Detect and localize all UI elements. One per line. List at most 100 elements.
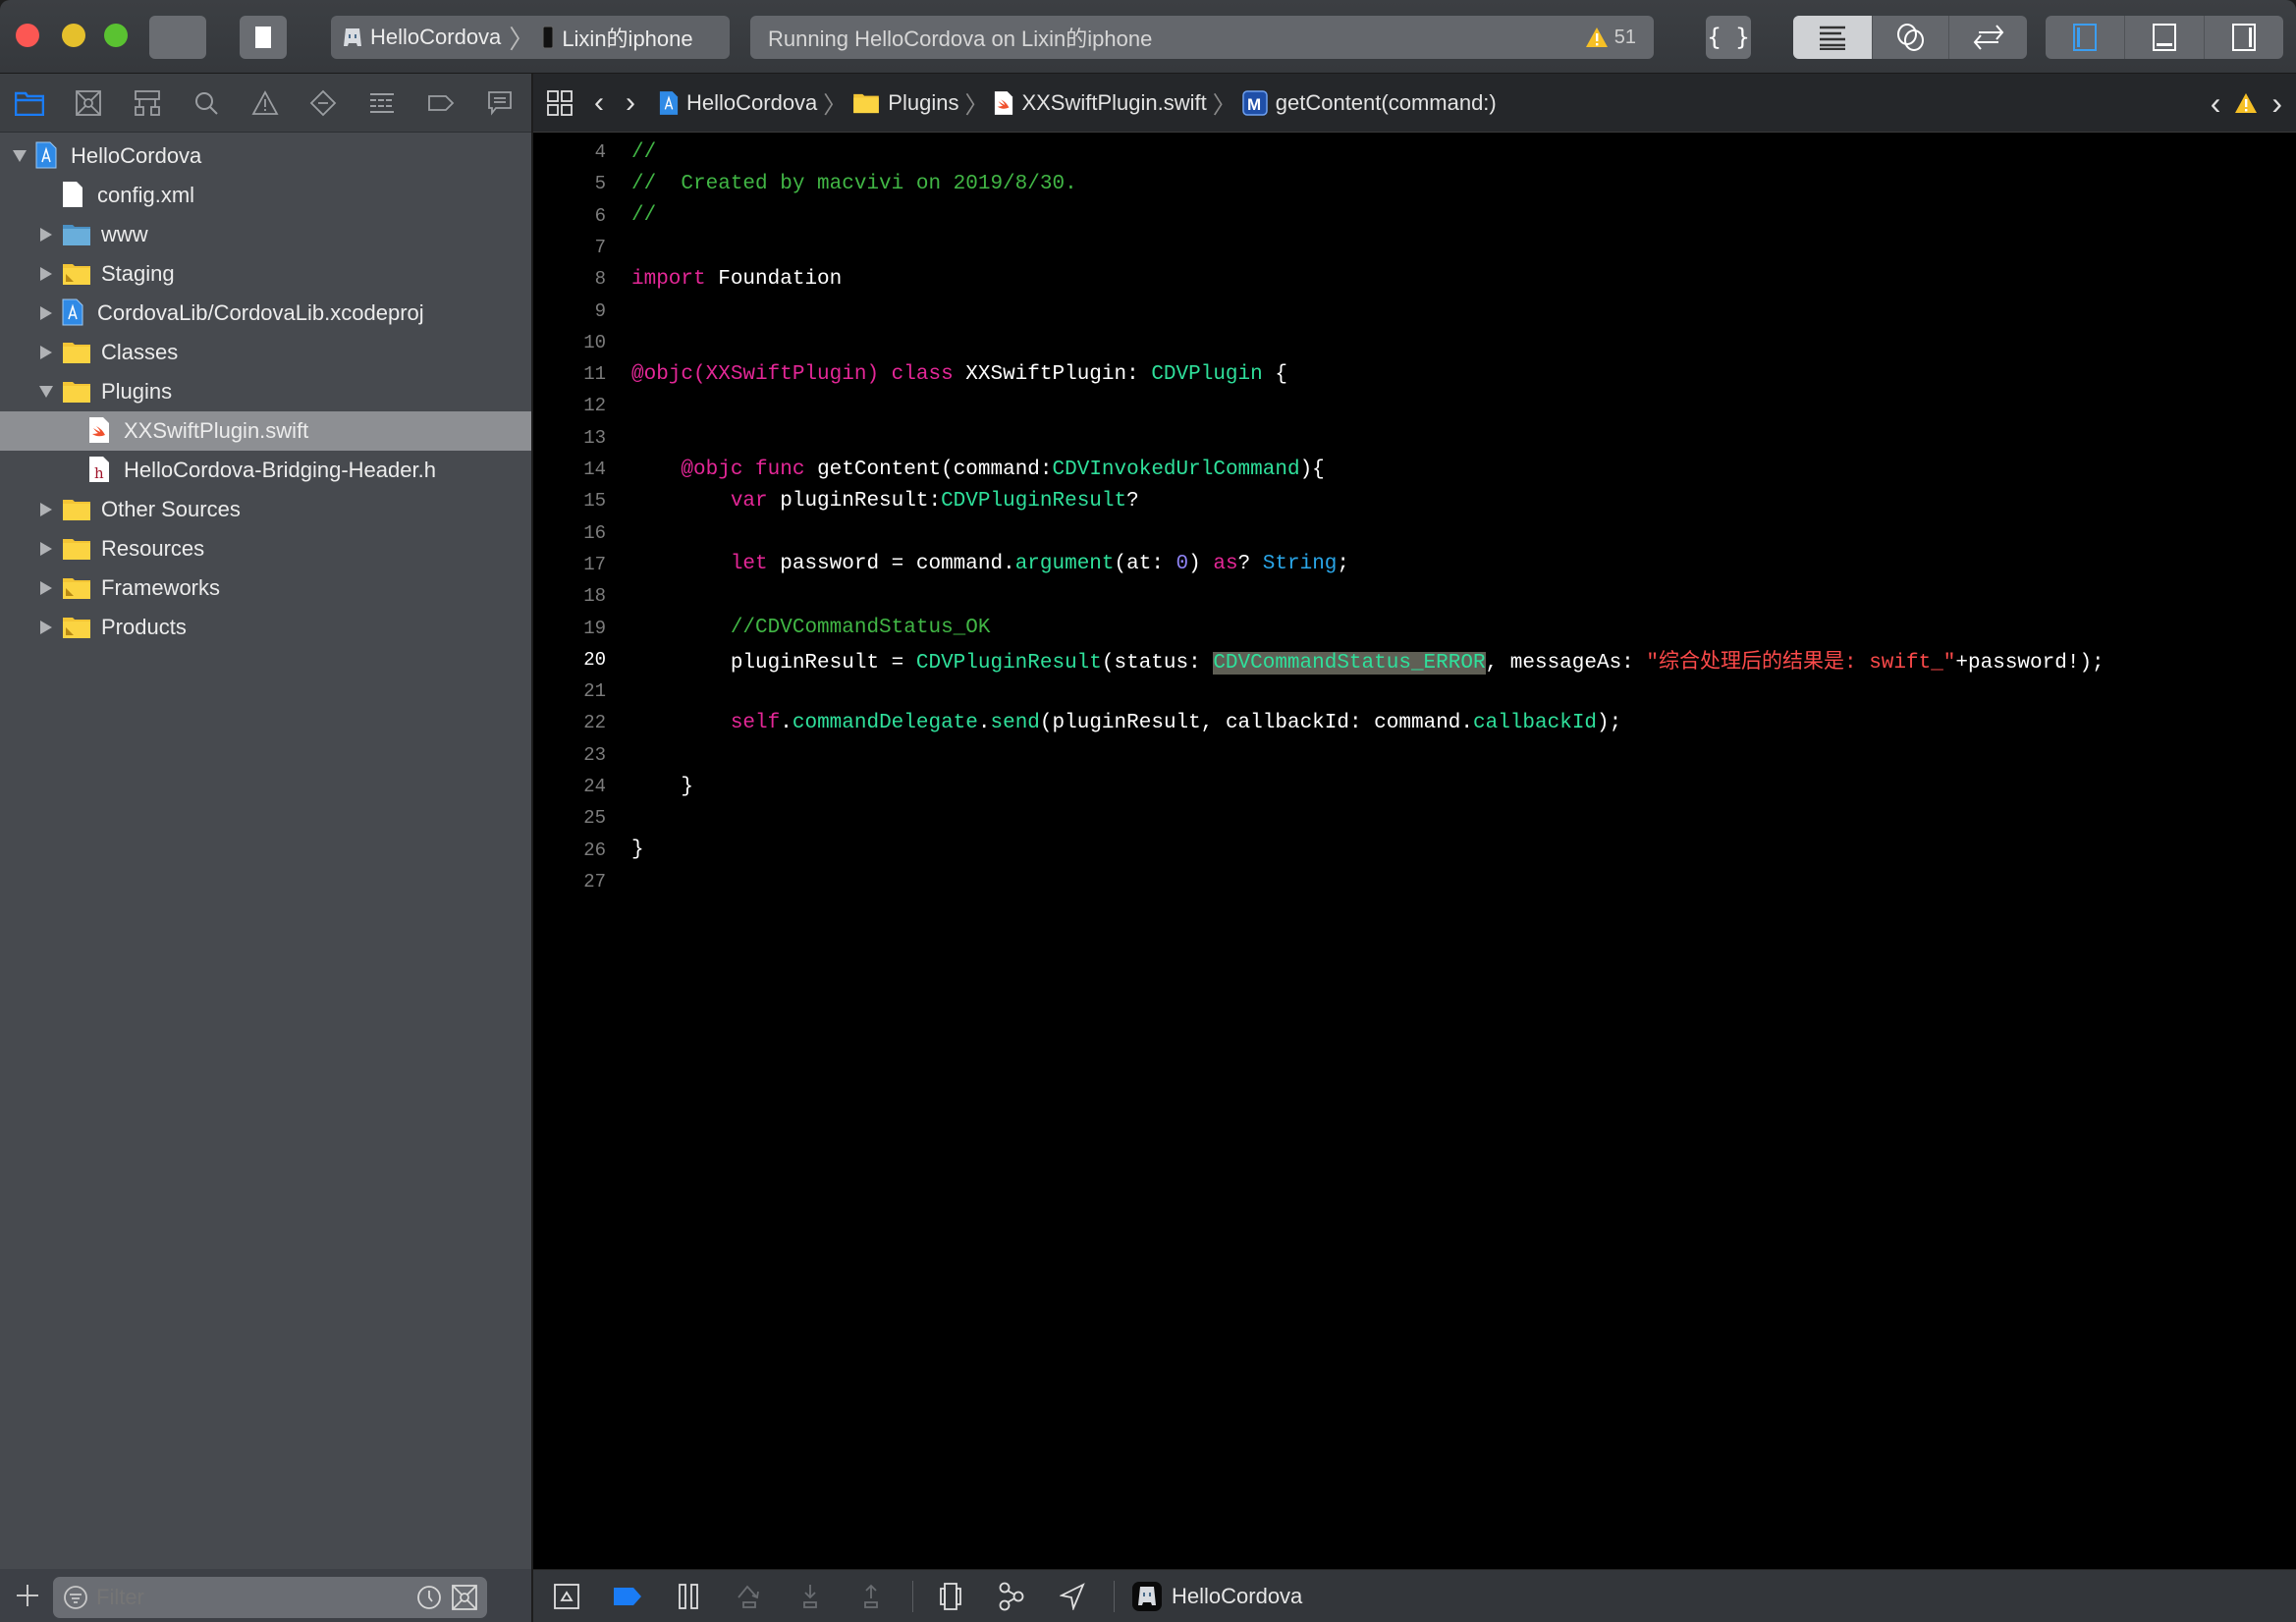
tree-item[interactable]: h HelloCordova-Bridging-Header.h: [0, 451, 531, 490]
code-line[interactable]: 13: [533, 422, 2296, 454]
standard-editor-button[interactable]: [1793, 16, 1873, 59]
tree-item[interactable]: XXSwiftPlugin.swift: [0, 411, 531, 451]
scheme-selector[interactable]: HelloCordova 〉 Lixin的iphone: [331, 16, 730, 59]
next-issue-icon[interactable]: ›: [2271, 85, 2282, 122]
line-number[interactable]: 4: [533, 141, 606, 163]
line-number[interactable]: 15: [533, 490, 606, 512]
toggle-navigator-button[interactable]: [2046, 16, 2125, 59]
code-line[interactable]: 16: [533, 517, 2296, 549]
line-number[interactable]: 20: [533, 649, 606, 671]
version-editor-button[interactable]: [1949, 16, 2027, 59]
step-out-button[interactable]: [851, 1577, 891, 1616]
warning-count-badge[interactable]: 51: [1585, 16, 1636, 59]
code-line[interactable]: 17 let password = command.argument(at: 0…: [533, 549, 2296, 580]
filter-input[interactable]: [96, 1585, 410, 1610]
line-number[interactable]: 8: [533, 268, 606, 290]
tree-item[interactable]: www: [0, 215, 531, 254]
code-line[interactable]: 7: [533, 232, 2296, 263]
breadcrumb-item[interactable]: MgetContent(command:): [1242, 90, 1497, 116]
tree-item[interactable]: Frameworks: [0, 568, 531, 608]
close-window-button[interactable]: [16, 24, 39, 47]
line-number[interactable]: 7: [533, 237, 606, 258]
code-line[interactable]: 18: [533, 580, 2296, 612]
code-line[interactable]: 9: [533, 296, 2296, 327]
hide-debug-area-button[interactable]: [547, 1577, 586, 1616]
disclosure-closed-icon[interactable]: [36, 500, 56, 519]
tab-report-navigator[interactable]: [482, 85, 518, 121]
code-line[interactable]: 14 @objc func getContent(command:CDVInvo…: [533, 454, 2296, 485]
tab-project-navigator[interactable]: [12, 85, 47, 121]
code-line[interactable]: 5 // Created by macvivi on 2019/8/30.: [533, 168, 2296, 199]
tree-item[interactable]: Classes: [0, 333, 531, 372]
breadcrumb-item[interactable]: HelloCordova: [659, 90, 817, 116]
disclosure-closed-icon[interactable]: [36, 578, 56, 598]
disclosure-open-icon[interactable]: [10, 146, 29, 166]
disclosure-closed-icon[interactable]: [36, 225, 56, 244]
tree-item[interactable]: Other Sources: [0, 490, 531, 529]
simulate-location-button[interactable]: [1053, 1577, 1092, 1616]
line-number[interactable]: 6: [533, 205, 606, 227]
code-line[interactable]: 6 //: [533, 200, 2296, 232]
tab-symbol-navigator[interactable]: [130, 85, 165, 121]
tab-source-control-navigator[interactable]: [71, 85, 106, 121]
tree-item[interactable]: Staging: [0, 254, 531, 294]
line-number[interactable]: 14: [533, 459, 606, 480]
add-icon[interactable]: [16, 1584, 39, 1607]
line-number[interactable]: 22: [533, 712, 606, 733]
tab-find-navigator[interactable]: [189, 85, 224, 121]
toggle-debug-area-button[interactable]: [2125, 16, 2205, 59]
related-items-icon[interactable]: [547, 89, 573, 116]
line-number[interactable]: 10: [533, 332, 606, 353]
navigator-filter-field[interactable]: [53, 1577, 487, 1618]
code-line[interactable]: 8 import Foundation: [533, 263, 2296, 295]
code-line[interactable]: 11 @objc(XXSwiftPlugin) class XXSwiftPlug…: [533, 358, 2296, 390]
minimize-window-button[interactable]: [62, 24, 85, 47]
disclosure-closed-icon[interactable]: [36, 303, 56, 323]
code-review-button[interactable]: { }: [1706, 16, 1751, 59]
line-number[interactable]: 18: [533, 585, 606, 607]
line-number[interactable]: 27: [533, 871, 606, 892]
back-chevron-icon[interactable]: ‹: [594, 86, 604, 120]
recent-files-clock-icon[interactable]: [416, 1585, 442, 1610]
tree-item[interactable]: Products: [0, 608, 531, 647]
toggle-breakpoints-button[interactable]: [608, 1577, 647, 1616]
zoom-window-button[interactable]: [104, 24, 128, 47]
stop-button[interactable]: [240, 16, 287, 59]
disclosure-closed-icon[interactable]: [36, 343, 56, 362]
breadcrumb-item[interactable]: Plugins: [852, 90, 958, 116]
disclosure-closed-icon[interactable]: [36, 539, 56, 559]
warning-icon[interactable]: [2234, 92, 2258, 114]
disclosure-closed-icon[interactable]: [36, 618, 56, 637]
code-line[interactable]: 22 self.commandDelegate.send(pluginResul…: [533, 707, 2296, 738]
toggle-utilities-button[interactable]: [2205, 16, 2283, 59]
debug-memory-graph-button[interactable]: [992, 1577, 1031, 1616]
line-number[interactable]: 12: [533, 395, 606, 416]
forward-chevron-icon[interactable]: ›: [626, 86, 635, 120]
tree-item[interactable]: CordovaLib/CordovaLib.xcodeproj: [0, 294, 531, 333]
line-number[interactable]: 5: [533, 173, 606, 194]
line-number[interactable]: 13: [533, 427, 606, 449]
disclosure-open-icon[interactable]: [36, 382, 56, 402]
code-line[interactable]: 23: [533, 739, 2296, 771]
line-number[interactable]: 26: [533, 839, 606, 861]
code-line[interactable]: 21: [533, 676, 2296, 707]
line-number[interactable]: 16: [533, 522, 606, 544]
source-control-filter-icon[interactable]: [452, 1585, 477, 1610]
line-number[interactable]: 19: [533, 618, 606, 639]
tab-test-navigator[interactable]: [305, 85, 341, 121]
line-number[interactable]: 21: [533, 680, 606, 702]
assistant-editor-button[interactable]: [1873, 16, 1949, 59]
tab-issue-navigator[interactable]: [247, 85, 283, 121]
tree-item[interactable]: Resources: [0, 529, 531, 568]
line-number[interactable]: 23: [533, 744, 606, 766]
line-number[interactable]: 25: [533, 807, 606, 829]
previous-issue-icon[interactable]: ‹: [2211, 85, 2221, 122]
process-selector[interactable]: HelloCordova: [1132, 1581, 1302, 1611]
tab-breakpoint-navigator[interactable]: [423, 85, 459, 121]
tree-item[interactable]: config.xml: [0, 176, 531, 215]
code-line[interactable]: 25: [533, 802, 2296, 834]
tree-item[interactable]: HelloCordova: [0, 136, 531, 176]
pause-continue-button[interactable]: [669, 1577, 708, 1616]
code-line[interactable]: 20 pluginResult = CDVPluginResult(status…: [533, 644, 2296, 676]
step-into-button[interactable]: [791, 1577, 830, 1616]
